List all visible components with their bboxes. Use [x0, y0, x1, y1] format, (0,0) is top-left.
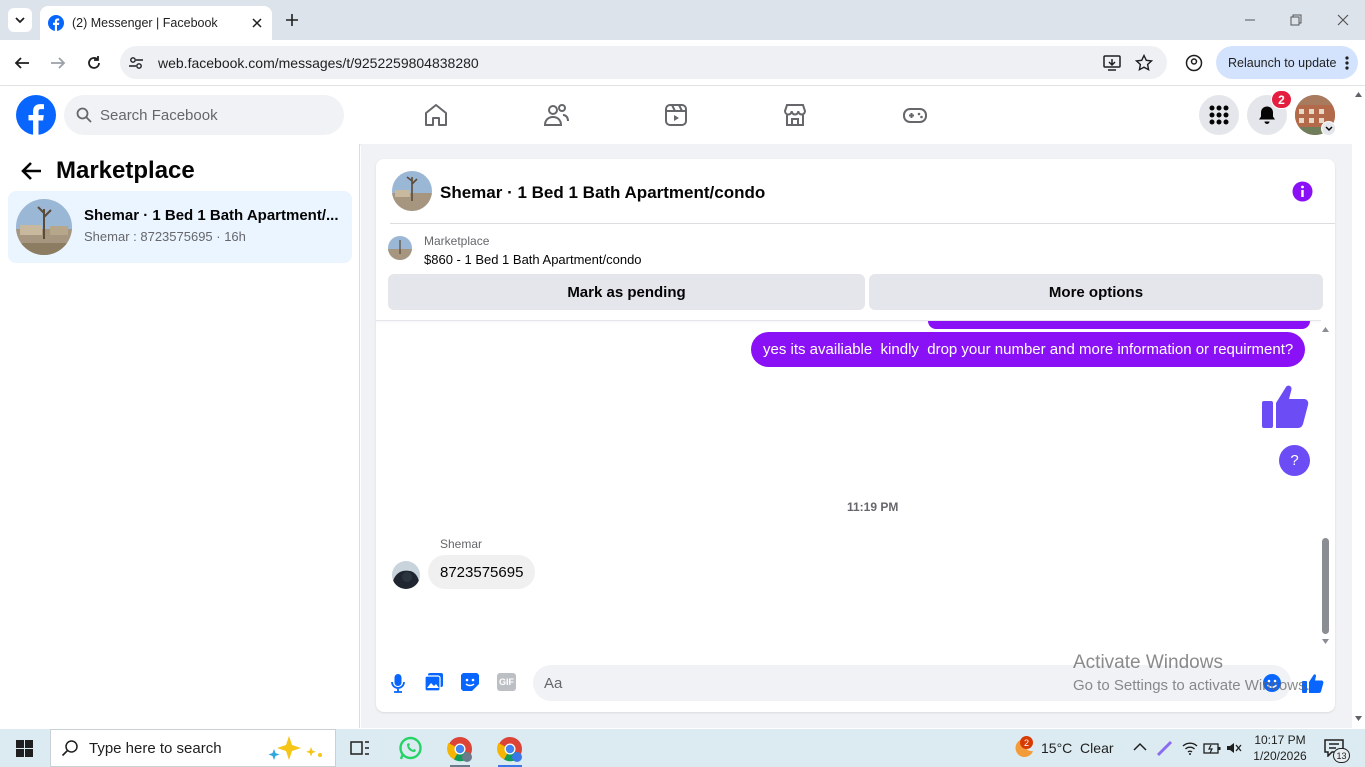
gif-button[interactable]: GIF	[497, 673, 516, 691]
site-settings-icon[interactable]	[128, 55, 144, 71]
chat-window	[376, 159, 1335, 712]
panel-title: Marketplace	[56, 157, 195, 184]
page-scrollbar[interactable]	[1352, 87, 1365, 729]
sender-name: Shemar	[440, 537, 483, 551]
chat-avatar[interactable]	[392, 171, 432, 211]
task-view-icon[interactable]	[350, 739, 370, 757]
grid-menu-icon	[1209, 105, 1229, 125]
address-bar[interactable]: web.facebook.com/messages/t/925225980483…	[120, 46, 1167, 79]
restore-icon[interactable]	[1290, 14, 1302, 26]
video-icon[interactable]	[662, 101, 690, 129]
chrome-icon	[447, 737, 472, 762]
activate-windows-subtitle: Go to Settings to activate Windows.	[1073, 677, 1310, 694]
scroll-down-icon[interactable]	[1321, 638, 1330, 646]
sender-avatar[interactable]	[392, 561, 420, 589]
tab-search-button[interactable]	[8, 8, 32, 32]
outgoing-message[interactable]: yes its availiable kindly drop your numb…	[751, 332, 1306, 367]
notification-count-badge: 13	[1333, 748, 1350, 763]
taskbar-search-placeholder: Type here to search	[89, 739, 222, 757]
gaming-icon[interactable]	[901, 101, 929, 129]
page-scroll-down-icon[interactable]	[1354, 715, 1363, 722]
install-app-icon[interactable]	[1103, 54, 1121, 72]
header-divider	[390, 223, 1335, 224]
taskbar-clock[interactable]: 10:17 PM 1/20/2026	[1245, 732, 1315, 764]
relaunch-button[interactable]: Relaunch to update	[1216, 46, 1358, 79]
bookmark-star-icon[interactable]	[1135, 54, 1153, 72]
browser-tab[interactable]: (2) Messenger | Facebook	[40, 6, 272, 40]
photo-icon[interactable]	[424, 672, 444, 692]
copilot-sparkle-icon[interactable]	[264, 735, 326, 761]
listing-label: Marketplace	[424, 234, 490, 248]
listing-price[interactable]: $860 - 1 Bed 1 Bath Apartment/condo	[424, 252, 642, 267]
profile-icon[interactable]	[1185, 54, 1203, 72]
person-photo-icon	[392, 561, 420, 589]
apartment-photo-icon	[16, 199, 72, 255]
windows-start-icon[interactable]	[16, 740, 33, 757]
menu-button[interactable]	[1199, 95, 1239, 135]
home-icon[interactable]	[422, 101, 450, 129]
clock-date: 1/20/2026	[1253, 749, 1307, 763]
chat-title[interactable]: Shemar · 1 Bed 1 Bath Apartment/condo	[440, 183, 765, 203]
weather-text[interactable]: 15°C Clear	[1041, 740, 1114, 756]
search-input[interactable]: Search Facebook	[64, 95, 344, 135]
back-arrow-icon[interactable]	[21, 161, 42, 181]
message-placeholder: Aa	[544, 674, 563, 692]
previous-message-bubble[interactable]	[928, 321, 1310, 329]
chrome-icon	[497, 737, 522, 762]
chrome-profile-taskbar-app[interactable]	[494, 733, 526, 767]
search-icon	[76, 107, 92, 123]
conversation-name: Shemar · 1 Bed 1 Bath Apartment/...	[84, 207, 339, 224]
forward-arrow-icon[interactable]	[50, 55, 66, 71]
search-icon	[61, 740, 78, 757]
more-options-button[interactable]: More options	[869, 274, 1323, 310]
tab-title: (2) Messenger | Facebook	[72, 16, 218, 30]
listing-thumbnail[interactable]	[388, 236, 412, 260]
reload-icon[interactable]	[86, 55, 102, 71]
relaunch-label: Relaunch to update	[1228, 55, 1337, 70]
minimize-icon[interactable]	[1244, 14, 1256, 26]
page-scroll-up-icon[interactable]	[1354, 91, 1363, 98]
apartment-photo-icon	[392, 171, 432, 211]
bell-icon	[1259, 106, 1275, 124]
microphone-icon[interactable]	[390, 673, 406, 693]
conversation-item[interactable]: Shemar · 1 Bed 1 Bath Apartment/... Shem…	[8, 191, 352, 263]
marketplace-icon[interactable]	[781, 101, 809, 129]
pen-icon[interactable]	[1155, 738, 1175, 758]
mark-as-pending-button[interactable]: Mark as pending	[388, 274, 865, 310]
chrome-taskbar-app[interactable]	[444, 733, 476, 767]
close-icon[interactable]	[252, 18, 262, 28]
clock-time: 10:17 PM	[1254, 733, 1306, 747]
chevron-down-icon	[1324, 125, 1333, 131]
scroll-up-icon[interactable]	[1321, 325, 1330, 333]
volume-muted-icon[interactable]	[1226, 741, 1242, 755]
notification-badge: 2	[1271, 90, 1292, 109]
whatsapp-icon[interactable]	[398, 736, 423, 761]
search-placeholder: Search Facebook	[100, 106, 218, 124]
scrollbar-thumb[interactable]	[1322, 538, 1329, 634]
chevron-down-icon	[15, 17, 25, 24]
info-icon[interactable]	[1292, 181, 1313, 202]
battery-icon[interactable]	[1203, 741, 1221, 755]
apartment-photo-icon	[388, 236, 412, 260]
new-tab-icon[interactable]	[285, 13, 299, 27]
thumbs-up-icon[interactable]	[1262, 381, 1310, 429]
message-timestamp: 11:19 PM	[847, 500, 899, 514]
weather-badge: 2	[1020, 736, 1033, 749]
wifi-icon[interactable]	[1182, 741, 1198, 755]
incoming-message[interactable]: 8723575695	[428, 555, 536, 589]
sticker-icon[interactable]	[460, 672, 480, 692]
facebook-logo-icon[interactable]	[16, 95, 56, 135]
conversation-preview: Shemar : 8723575695 · 16h	[84, 229, 246, 244]
chevron-up-icon[interactable]	[1133, 742, 1147, 752]
window-close-icon[interactable]	[1337, 14, 1349, 26]
account-dropdown[interactable]	[1321, 121, 1336, 136]
facebook-favicon-icon	[48, 15, 64, 31]
friends-icon[interactable]	[542, 101, 570, 129]
more-vertical-icon	[1345, 55, 1350, 70]
back-arrow-icon[interactable]	[14, 55, 30, 71]
url-text: web.facebook.com/messages/t/925225980483…	[158, 54, 479, 71]
listing-thumbnail	[16, 199, 72, 255]
activate-windows-title: Activate Windows	[1073, 652, 1223, 673]
question-bubble[interactable]: ?	[1279, 445, 1310, 476]
